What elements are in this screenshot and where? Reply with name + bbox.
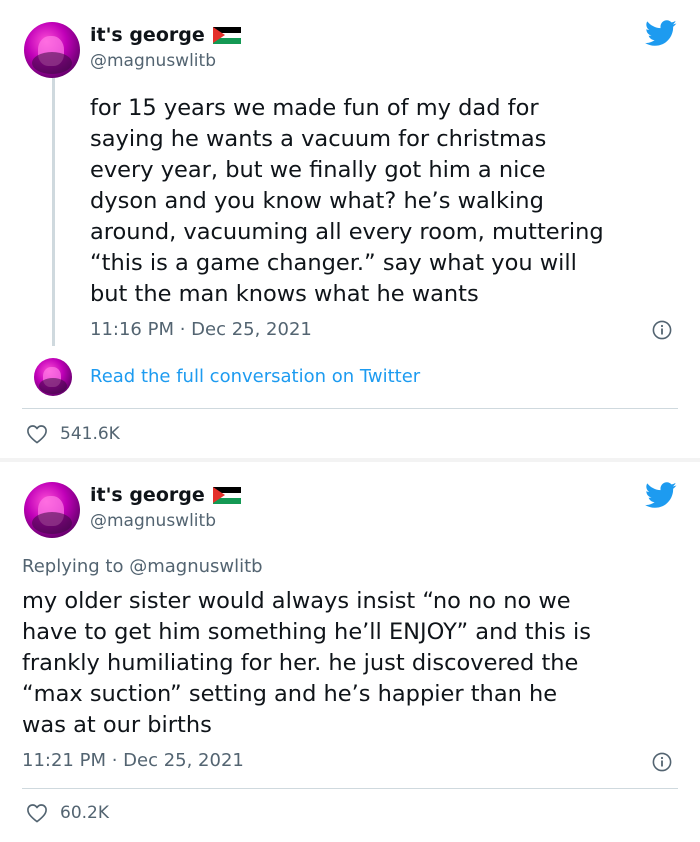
tweet-text: for 15 years we made fun of my dad for s… — [90, 95, 604, 307]
thread-line — [52, 78, 55, 346]
divider — [22, 408, 678, 409]
tweet-text: my older sister would always insist “no … — [22, 588, 591, 738]
replying-to-mention[interactable]: @magnuswlitb — [129, 556, 262, 577]
twitter-bird-icon[interactable] — [645, 20, 677, 47]
info-icon[interactable] — [652, 320, 672, 340]
display-name[interactable]: it's george — [90, 484, 241, 506]
replying-to: Replying to @magnuswlitb — [22, 556, 263, 577]
twitter-bird-icon[interactable] — [645, 482, 677, 509]
heart-icon — [27, 804, 47, 823]
avatar[interactable] — [24, 22, 80, 78]
conversation-avatar[interactable] — [34, 358, 72, 396]
read-conversation-link[interactable]: Read the full conversation on Twitter — [90, 366, 420, 387]
like-button[interactable]: 60.2K — [26, 803, 109, 823]
replying-to-label: Replying to — [22, 556, 124, 577]
tweet-card-1: it's george @magnuswlitb for 15 years we… — [0, 0, 700, 458]
like-count: 60.2K — [60, 803, 109, 823]
user-handle[interactable]: @magnuswlitb — [90, 511, 216, 531]
display-name[interactable]: it's george — [90, 24, 241, 46]
tweet-timestamp[interactable]: 11:16 PM · Dec 25, 2021 — [90, 319, 312, 340]
palestine-flag-icon — [212, 486, 241, 504]
heart-icon — [27, 425, 47, 444]
user-handle[interactable]: @magnuswlitb — [90, 51, 216, 71]
like-count: 541.6K — [60, 424, 120, 444]
tweet-card-2: it's george @magnuswlitb Replying to @ma… — [0, 462, 700, 842]
display-name-text: it's george — [90, 24, 205, 46]
like-button[interactable]: 541.6K — [26, 424, 120, 444]
divider — [22, 788, 678, 789]
palestine-flag-icon — [212, 26, 241, 44]
info-icon[interactable] — [652, 752, 672, 772]
tweet-timestamp[interactable]: 11:21 PM · Dec 25, 2021 — [22, 750, 244, 771]
display-name-text: it's george — [90, 484, 205, 506]
avatar[interactable] — [24, 482, 80, 538]
